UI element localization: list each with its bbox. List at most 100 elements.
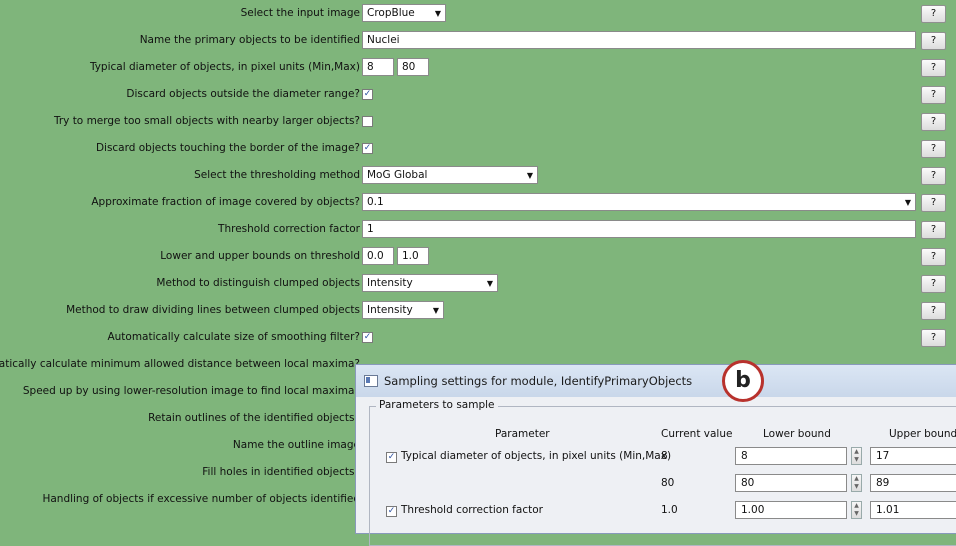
setting-label: Threshold correction factor <box>218 223 360 235</box>
setting-control: 8 80 <box>362 57 429 77</box>
help-button[interactable]: ? <box>921 140 946 158</box>
setting-dropdown[interactable]: MoG Global ▼ <box>362 166 538 184</box>
setting-control: Intensity ▼ <box>362 273 498 293</box>
setting-label: Name the primary objects to be identifie… <box>139 34 360 46</box>
setting-label: Lower and upper bounds on threshold <box>160 250 360 262</box>
setting-label: Approximate fraction of image covered by… <box>91 196 360 208</box>
setting-control: ✓ <box>362 327 373 347</box>
min-field[interactable]: 8 <box>362 58 394 76</box>
sample-parameter-name: Threshold correction factor <box>401 504 543 516</box>
lower-bound-spinner[interactable]: ▲ ▼ <box>851 447 862 465</box>
setting-control: CropBlue ▼ <box>362 3 446 23</box>
sampling-settings-dialog: Sampling settings for module, IdentifyPr… <box>355 360 956 546</box>
setting-control <box>362 111 373 131</box>
setting-row: Select the input image CropBlue ▼? <box>0 0 956 27</box>
setting-row: Name the primary objects to be identifie… <box>0 27 956 54</box>
setting-row: Threshold correction factor 1? <box>0 216 956 243</box>
header-current-value: Current value <box>661 428 733 440</box>
sample-checkbox[interactable]: ✓ <box>386 452 397 463</box>
dialog-titlebar[interactable]: Sampling settings for module, IdentifyPr… <box>356 360 956 402</box>
setting-control: 1 <box>362 219 916 239</box>
help-button[interactable]: ? <box>921 86 946 104</box>
setting-row: Method to draw dividing lines between cl… <box>0 297 956 324</box>
lower-bound-field[interactable]: 8 <box>735 447 847 465</box>
setting-checkbox[interactable]: ✓ <box>362 142 373 154</box>
setting-row: Typical diameter of objects, in pixel un… <box>0 54 956 81</box>
dropdown-value: 0.1 <box>367 196 384 208</box>
setting-dropdown[interactable]: CropBlue ▼ <box>362 4 446 22</box>
setting-label: Try to merge too small objects with near… <box>53 115 360 127</box>
header-upper-bound: Upper bound <box>889 428 956 440</box>
max-field[interactable]: 1.0 <box>397 247 429 265</box>
setting-control: MoG Global ▼ <box>362 165 538 185</box>
setting-label: Name the outline image <box>232 439 360 451</box>
setting-dropdown[interactable]: 0.1 ▼ <box>362 193 916 211</box>
help-button[interactable]: ? <box>921 113 946 131</box>
setting-label: Speed up by using lower-resolution image… <box>22 385 360 397</box>
current-value: 8 <box>661 450 668 462</box>
min-field[interactable]: 0.0 <box>362 247 394 265</box>
chevron-down-icon: ▼ <box>904 197 911 207</box>
current-value: 1.0 <box>661 504 678 516</box>
setting-checkbox[interactable]: ✓ <box>362 331 373 343</box>
setting-text-field[interactable]: 1 <box>362 220 916 238</box>
lower-bound-field[interactable]: 1.00 <box>735 501 847 519</box>
setting-control: 0.0 1.0 <box>362 246 429 266</box>
group-title: Parameters to sample <box>376 399 498 411</box>
dropdown-value: CropBlue <box>367 7 415 19</box>
lower-bound-spinner[interactable]: ▲ ▼ <box>851 474 862 492</box>
window-icon <box>364 375 378 387</box>
setting-row: Discard objects touching the border of t… <box>0 135 956 162</box>
setting-row: Automatically calculate size of smoothin… <box>0 324 956 351</box>
dropdown-value: Intensity <box>367 304 413 316</box>
setting-label: Select the input image <box>240 7 360 19</box>
setting-dropdown[interactable]: Intensity ▼ <box>362 301 444 319</box>
help-button[interactable]: ? <box>921 32 946 50</box>
sample-checkbox[interactable]: ✓ <box>386 506 397 517</box>
dialog-title: Sampling settings for module, IdentifyPr… <box>384 374 693 388</box>
help-button[interactable]: ? <box>921 221 946 239</box>
setting-control: Intensity ▼ <box>362 300 444 320</box>
header-parameter: Parameter <box>495 428 550 440</box>
setting-label: Select the thresholding method <box>194 169 360 181</box>
setting-label: Handling of objects if excessive number … <box>42 493 360 505</box>
help-button[interactable]: ? <box>921 59 946 77</box>
setting-row: Lower and upper bounds on threshold 0.0 1.… <box>0 243 956 270</box>
help-button[interactable]: ? <box>921 329 946 347</box>
setting-label: Discard objects outside the diameter ran… <box>126 88 360 100</box>
setting-row: Approximate fraction of image covered by… <box>0 189 956 216</box>
lower-bound-field[interactable]: 80 <box>735 474 847 492</box>
upper-bound-field[interactable]: 89 <box>870 474 956 492</box>
help-button[interactable]: ? <box>921 5 946 23</box>
panel-badge: b <box>722 360 764 402</box>
chevron-down-icon: ▼ <box>432 305 439 315</box>
setting-control: ✓ <box>362 138 373 158</box>
dropdown-value: Intensity <box>367 277 413 289</box>
setting-row: Try to merge too small objects with near… <box>0 108 956 135</box>
setting-label: Automatically calculate minimum allowed … <box>0 358 360 370</box>
dropdown-value: MoG Global <box>367 169 428 181</box>
help-button[interactable]: ? <box>921 167 946 185</box>
help-button[interactable]: ? <box>921 302 946 320</box>
setting-label: Method to distinguish clumped objects <box>156 277 360 289</box>
upper-bound-field[interactable]: 17 <box>870 447 956 465</box>
setting-checkbox[interactable]: ✓ <box>362 88 373 100</box>
sample-parameter-name: Typical diameter of objects, in pixel un… <box>401 450 672 462</box>
setting-label: Typical diameter of objects, in pixel un… <box>89 61 360 73</box>
setting-checkbox[interactable] <box>362 115 373 127</box>
setting-control: Nuclei <box>362 30 916 50</box>
setting-row: Method to distinguish clumped objects Int… <box>0 270 956 297</box>
max-field[interactable]: 80 <box>397 58 429 76</box>
upper-bound-field[interactable]: 1.01 <box>870 501 956 519</box>
help-button[interactable]: ? <box>921 194 946 212</box>
lower-bound-spinner[interactable]: ▲ ▼ <box>851 501 862 519</box>
help-button[interactable]: ? <box>921 275 946 293</box>
header-lower-bound: Lower bound <box>763 428 831 440</box>
setting-text-field[interactable]: Nuclei <box>362 31 916 49</box>
setting-dropdown[interactable]: Intensity ▼ <box>362 274 498 292</box>
help-button[interactable]: ? <box>921 248 946 266</box>
setting-label: Automatically calculate size of smoothin… <box>107 331 360 343</box>
chevron-down-icon: ▼ <box>434 8 441 18</box>
setting-control: ✓ <box>362 84 373 104</box>
setting-label: Discard objects touching the border of t… <box>95 142 360 154</box>
